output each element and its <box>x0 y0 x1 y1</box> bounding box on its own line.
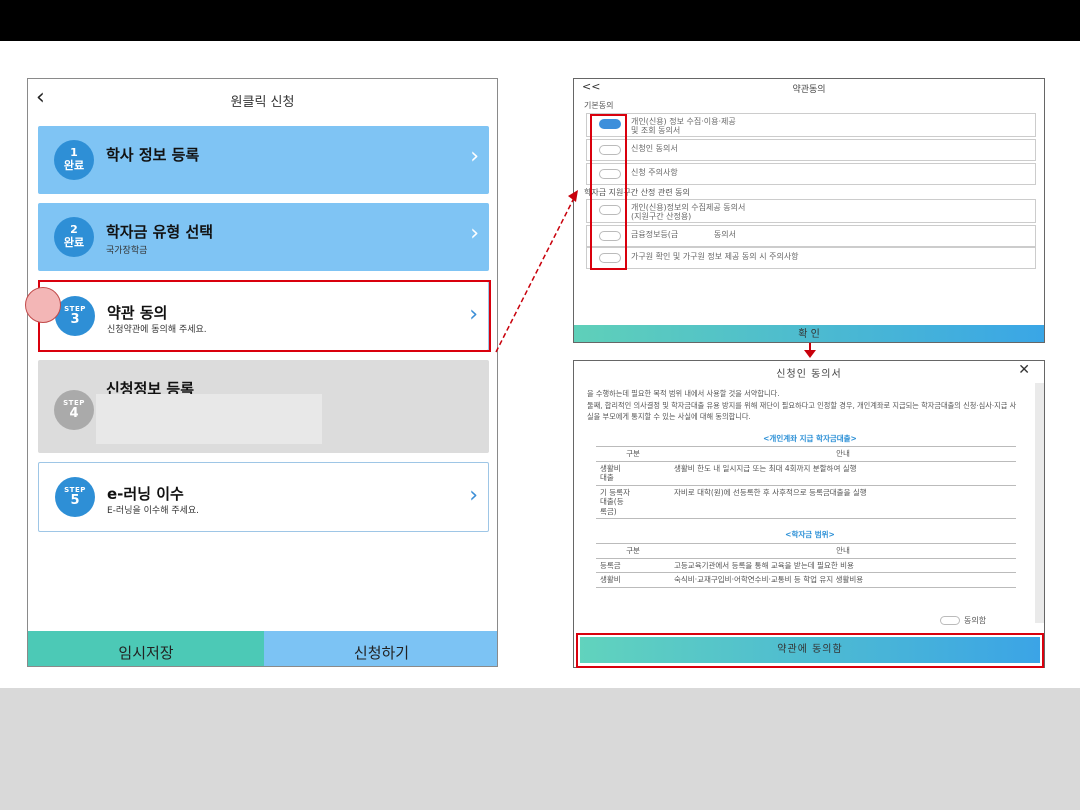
consent-paragraph: 을 수행하는데 필요한 목적 범위 내에서 사용할 것을 서약합니다. <box>587 389 780 398</box>
step-5-e-learning[interactable]: STEP 5 e-러닝 이수 E-러닝을 이수해 주세요. › <box>38 462 489 532</box>
chevron-right-icon: › <box>469 483 478 508</box>
checkbox-icon[interactable] <box>940 616 960 625</box>
apply-button[interactable]: 신청하기 <box>264 631 497 666</box>
step-2-aid-type[interactable]: 2 완료 학자금 유형 선택 국가장학금 › <box>38 203 489 271</box>
phone-header: ‹ 원클릭 신청 <box>28 79 497 121</box>
section-basic-consent: 기본동의 <box>584 101 614 110</box>
top-black-bar <box>0 0 1080 41</box>
checkbox-column-highlight <box>590 114 627 270</box>
consent-paragraph: 둘째, 합리적인 의사결정 및 학자금대출 유용 방지를 위해 재단이 필요하다… <box>587 401 1017 421</box>
table-header-row: 구분 안내 <box>596 446 1016 462</box>
step-4-badge: STEP 4 <box>54 390 94 430</box>
temporary-save-button[interactable]: 임시저장 <box>28 631 264 666</box>
confirm-button[interactable]: 확 인 <box>574 325 1044 342</box>
touch-marker <box>25 287 61 323</box>
personal-account-loan-table: 구분 안내 생활비 대출 생활비 한도 내 일시지급 또는 최대 4회까지 분할… <box>596 446 1016 519</box>
step-1-title: 학사 정보 등록 <box>106 146 200 164</box>
step-4-placeholder <box>96 394 322 444</box>
down-arrow-head-icon <box>804 350 816 358</box>
table-header-row: 구분 안내 <box>596 543 1016 559</box>
terms-item[interactable]: 개인(신용)정보의 수집제공 동의서 (지원구간 산정용) <box>586 199 1036 223</box>
dashed-arrow-line <box>495 197 575 353</box>
table-row: 기 등록자 대출(등 록금) 자비로 대학(원)에 선등록한 후 사후적으로 등… <box>596 484 1016 519</box>
consent-body: 을 수행하는데 필요한 목적 범위 내에서 사용할 것을 서약합니다. 둘째, … <box>574 383 1044 631</box>
table-row: 생활비 대출 생활비 한도 내 일시지급 또는 최대 4회까지 분할하여 실행 <box>596 460 1016 486</box>
scrollbar[interactable] <box>1035 383 1044 623</box>
consent-title: 신청인 동의서 <box>776 369 842 380</box>
agree-button-highlight <box>576 633 1044 668</box>
close-icon[interactable]: ✕ <box>1018 362 1030 378</box>
chevron-right-icon: › <box>470 221 479 246</box>
step-5-badge: STEP 5 <box>55 477 95 517</box>
section-heading: <학자금 범위> <box>785 530 835 539</box>
applicant-consent-screen: 신청인 동의서 ✕ 을 수행하는데 필요한 목적 범위 내에서 사용할 것을 서… <box>573 360 1045 668</box>
step-3-highlight-box <box>38 280 491 352</box>
bottom-gray-bar <box>0 688 1080 810</box>
divider <box>498 530 504 560</box>
step-1-academic-info[interactable]: 1 완료 학사 정보 등록 › <box>38 126 489 194</box>
step-5-subtitle: E-러닝을 이수해 주세요. <box>107 506 200 516</box>
terms-title: 약관동의 <box>792 85 826 95</box>
terms-item[interactable]: 개인(신용) 정보 수집·이용·제공 및 조회 동의서 <box>586 113 1036 137</box>
terms-item[interactable]: 금융정보등(금 동의서 <box>586 225 1036 247</box>
terms-agreement-screen: << 약관동의 기본동의 개인(신용) 정보 수집·이용·제공 및 조회 동의서… <box>573 78 1045 343</box>
chevron-right-icon: › <box>470 144 479 169</box>
step-2-subtitle: 국가장학금 <box>106 246 148 256</box>
agree-checkbox[interactable]: 동의함 <box>940 615 986 626</box>
table-row: 생활비 숙식비·교재구입비·어학연수비·교통비 등 학업 유지 생활비용 <box>596 572 1016 588</box>
step-1-badge: 1 완료 <box>54 140 94 180</box>
step-2-badge: 2 완료 <box>54 217 94 257</box>
section-heading: <개인계좌 지급 학자금대출> <box>763 434 857 443</box>
aid-scope-table: 구분 안내 등록금 고등교육기관에서 등록을 통해 교육을 받는데 필요한 비용… <box>596 543 1016 588</box>
terms-item[interactable]: 신청인 동의서 <box>586 139 1036 161</box>
step-4-application-info: STEP 4 신청정보 등록 <box>38 360 489 453</box>
application-phone-screen: ‹ 원클릭 신청 1 완료 학사 정보 등록 › 2 완료 학자금 유형 선택 국가… <box>27 78 498 667</box>
terms-item[interactable]: 가구원 확인 및 가구원 정보 제공 동의 시 주의사항 <box>586 247 1036 269</box>
table-row: 등록금 고등교육기관에서 등록을 통해 교육을 받는데 필요한 비용 <box>596 557 1016 573</box>
step-2-title: 학자금 유형 선택 <box>106 223 214 241</box>
page-title: 원클릭 신청 <box>230 95 295 110</box>
terms-item[interactable]: 신청 주의사항 <box>586 163 1036 185</box>
step-5-title: e-러닝 이수 <box>107 485 184 503</box>
